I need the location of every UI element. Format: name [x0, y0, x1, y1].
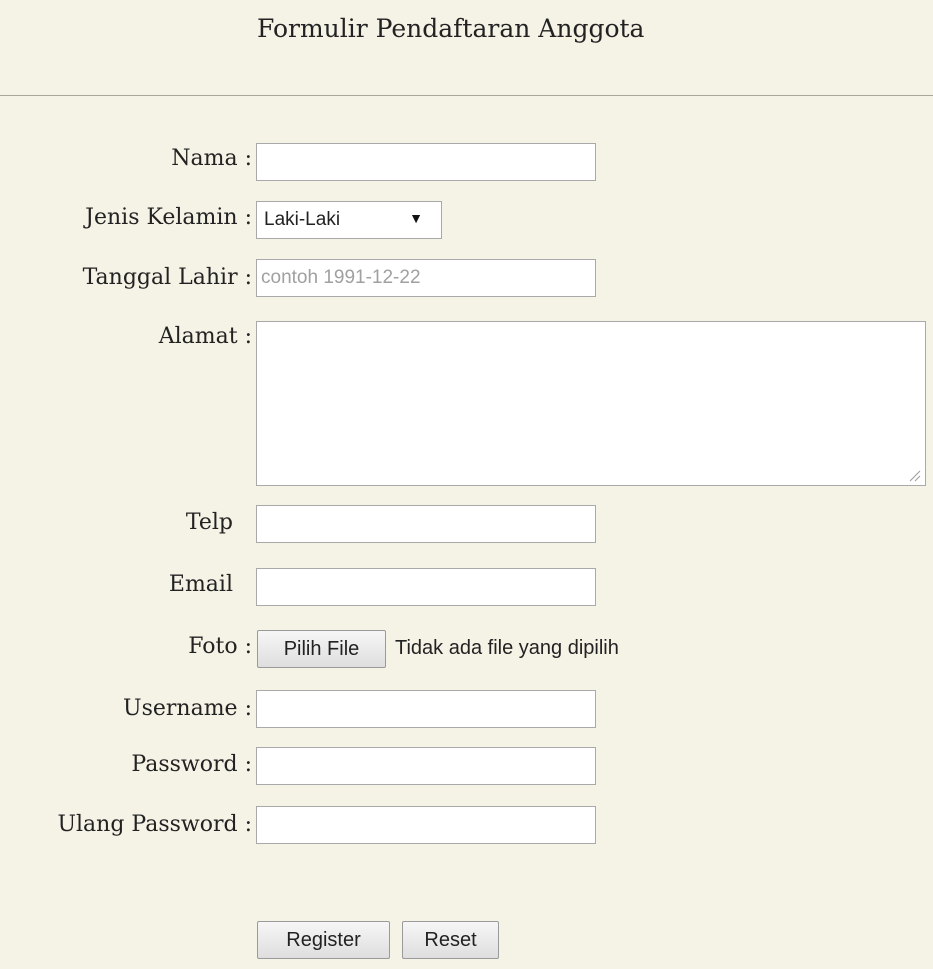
telp-input[interactable] [256, 505, 596, 543]
file-status-text: Tidak ada file yang dipilih [395, 637, 619, 659]
jenis-kelamin-label: Jenis Kelamin : [85, 205, 252, 230]
password-label: Password : [131, 752, 252, 777]
ulang-password-input[interactable] [256, 806, 596, 844]
nama-input[interactable] [256, 143, 596, 181]
username-label: Username : [123, 696, 252, 721]
form-title: Formulir Pendaftaran Anggota [257, 14, 645, 43]
password-input[interactable] [256, 747, 596, 785]
jenis-kelamin-select[interactable]: Laki-Laki ▼ [256, 201, 442, 239]
register-button[interactable]: Register [257, 921, 390, 959]
username-input[interactable] [256, 690, 596, 728]
alamat-label: Alamat : [158, 324, 252, 349]
alamat-textarea[interactable] [256, 321, 926, 486]
pilih-file-button[interactable]: Pilih File [257, 630, 386, 668]
tanggal-lahir-input[interactable] [256, 259, 596, 297]
foto-label: Foto : [188, 634, 252, 659]
dropdown-arrow-icon: ▼ [409, 210, 423, 226]
email-input[interactable] [256, 568, 596, 606]
form-header: Formulir Pendaftaran Anggota [0, 0, 933, 96]
nama-label: Nama : [171, 146, 252, 171]
telp-label: Telp [185, 510, 233, 535]
jenis-kelamin-selected: Laki-Laki [264, 209, 341, 230]
reset-button[interactable]: Reset [402, 921, 499, 959]
registration-page: Formulir Pendaftaran Anggota Nama : Jeni… [0, 0, 933, 969]
ulang-password-label: Ulang Password : [57, 812, 252, 837]
email-label: Email [168, 572, 233, 597]
resize-grip-icon[interactable] [908, 470, 922, 482]
tanggal-lahir-label: Tanggal Lahir : [82, 265, 252, 290]
